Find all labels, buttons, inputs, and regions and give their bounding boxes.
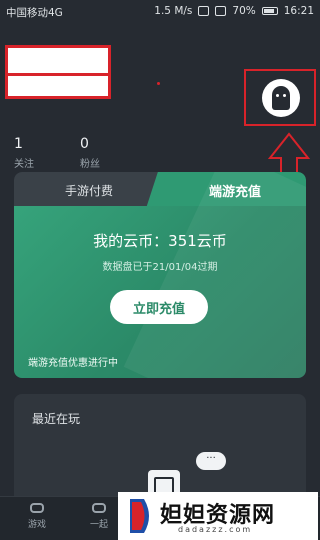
mute-icon [198, 6, 210, 16]
follow-stat[interactable]: 1 关注 [14, 136, 34, 170]
gamepad-icon [30, 503, 44, 513]
redaction-divider [8, 73, 108, 76]
fans-label: 粉丝 [80, 159, 100, 170]
promo-text[interactable]: 端游充值优惠进行中 [28, 354, 118, 369]
nav-item-together[interactable]: 一起 [90, 503, 108, 530]
redacted-username [5, 45, 111, 99]
fans-count: 0 [80, 136, 89, 152]
ghost-avatar-icon [272, 86, 290, 110]
red-dot [157, 82, 160, 85]
nav-label-together: 一起 [90, 520, 109, 530]
follow-label: 关注 [14, 159, 34, 170]
site-watermark: 妲妲资源网 dadazzz.com [118, 492, 318, 540]
watermark-url: dadazzz.com [178, 525, 253, 534]
recharge-now-button[interactable]: 立即充值 [110, 290, 208, 324]
battery-percent: 70% [232, 5, 256, 17]
signal-icon [215, 6, 227, 16]
recharge-panel: 我的云币：351云币 数据盘已于21/01/04过期 立即充值 端游充值优惠进行… [14, 172, 306, 378]
network-speed: 1.5 M/s [154, 5, 193, 17]
expiry-notice: 数据盘已于21/01/04过期 [102, 262, 218, 273]
payment-card: 手游付费 端游充值 我的云币：351云币 数据盘已于21/01/04过期 立即充… [14, 172, 306, 378]
fans-stat[interactable]: 0 粉丝 [80, 136, 100, 170]
recently-played-title: 最近在玩 [32, 412, 81, 426]
avatar[interactable] [262, 79, 300, 117]
nav-label-games: 游戏 [28, 520, 47, 530]
chat-bubble-icon: ··· [196, 452, 226, 470]
status-right: 1.5 M/s 70% 16:21 [154, 5, 314, 17]
watermark-logo-icon [130, 499, 149, 533]
battery-icon [261, 7, 278, 15]
tab-mobile-payment[interactable]: 手游付费 [14, 172, 164, 208]
carrier-label: 中国移动4G [6, 7, 63, 19]
nav-item-games[interactable]: 游戏 [28, 503, 46, 530]
clock: 16:21 [283, 5, 314, 17]
status-bar: 中国移动4G 1.5 M/s 70% 16:21 [0, 0, 320, 24]
profile-header: 1 关注 0 粉丝 [0, 24, 320, 195]
cloud-coin-balance: 我的云币：351云币 [93, 232, 227, 250]
avatar-highlight-box [244, 69, 316, 126]
follow-count: 1 [14, 136, 23, 152]
together-icon [92, 503, 106, 513]
